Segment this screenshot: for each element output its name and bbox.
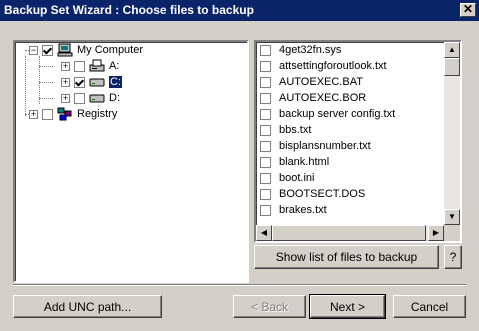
add-unc-path-button[interactable]: Add UNC path... bbox=[13, 295, 162, 318]
show-list-button[interactable]: Show list of files to backup bbox=[254, 245, 439, 269]
list-item[interactable]: attsettingforoutlook.txt bbox=[260, 58, 387, 74]
list-item[interactable]: brakes.txt bbox=[260, 202, 327, 218]
file-checkbox[interactable] bbox=[260, 172, 271, 184]
arrow-up-icon: ▲ bbox=[448, 45, 456, 54]
file-name: AUTOEXEC.BOR bbox=[279, 92, 367, 104]
file-checkbox[interactable] bbox=[260, 124, 271, 136]
hard-drive-icon bbox=[89, 75, 105, 89]
file-list[interactable]: 4get32fn.sys attsettingforoutlook.txt AU… bbox=[254, 40, 462, 243]
file-checkbox[interactable] bbox=[260, 140, 271, 152]
file-checkbox[interactable] bbox=[260, 188, 271, 200]
file-name: boot.ini bbox=[279, 172, 315, 184]
list-item[interactable]: boot.ini bbox=[260, 170, 314, 186]
tree-checkbox[interactable] bbox=[42, 44, 53, 56]
floppy-drive-icon bbox=[89, 59, 105, 73]
button-label: Show list of files to backup bbox=[275, 250, 418, 264]
button-label: < Back bbox=[250, 299, 289, 314]
horizontal-scrollbar[interactable]: ◀ ▶ bbox=[256, 225, 444, 241]
arrow-down-icon: ▼ bbox=[448, 212, 456, 221]
expand-icon[interactable]: + bbox=[29, 109, 38, 119]
arrow-right-icon: ▶ bbox=[432, 228, 440, 237]
file-checkbox[interactable] bbox=[260, 60, 271, 72]
file-name: blank.html bbox=[279, 156, 330, 168]
scroll-thumb[interactable] bbox=[272, 225, 426, 241]
file-name: bisplansnumber.txt bbox=[279, 140, 371, 152]
arrow-left-icon: ◀ bbox=[260, 228, 268, 237]
list-item[interactable]: AUTOEXEC.BAT bbox=[260, 74, 363, 90]
registry-icon bbox=[57, 107, 73, 121]
help-icon: ? bbox=[449, 250, 457, 264]
tree-item-label: My Computer bbox=[77, 44, 144, 56]
file-checkbox[interactable] bbox=[260, 156, 271, 168]
tree-item-a-drive[interactable]: + A: bbox=[61, 58, 119, 74]
scroll-thumb[interactable] bbox=[444, 58, 460, 76]
file-name: AUTOEXEC.BAT bbox=[279, 76, 363, 88]
file-name: backup server config.txt bbox=[279, 108, 396, 120]
tree-checkbox[interactable] bbox=[74, 92, 85, 104]
file-checkbox[interactable] bbox=[260, 76, 271, 88]
tree-checkbox[interactable] bbox=[74, 60, 85, 72]
vertical-scrollbar[interactable]: ▲ ▼ bbox=[444, 42, 460, 225]
list-item[interactable]: backup server config.txt bbox=[260, 106, 395, 122]
file-checkbox[interactable] bbox=[260, 92, 271, 104]
folder-tree[interactable]: − My Computer + A: + C: + D: + Registry bbox=[13, 40, 249, 283]
scroll-up-button[interactable]: ▲ bbox=[444, 42, 460, 58]
expand-icon[interactable]: + bbox=[61, 77, 70, 87]
scroll-left-button[interactable]: ◀ bbox=[256, 225, 272, 241]
list-item[interactable]: BOOTSECT.DOS bbox=[260, 186, 365, 202]
file-name: bbs.txt bbox=[279, 124, 312, 136]
next-button[interactable]: Next > bbox=[309, 294, 386, 319]
tree-item-label: A: bbox=[109, 60, 120, 72]
window-title: Backup Set Wizard : Choose files to back… bbox=[4, 3, 254, 17]
tree-item-label: C: bbox=[108, 75, 123, 89]
computer-icon bbox=[57, 43, 73, 57]
title-bar: Backup Set Wizard : Choose files to back… bbox=[0, 0, 479, 21]
separator bbox=[13, 284, 466, 286]
file-checkbox[interactable] bbox=[260, 108, 271, 120]
back-button[interactable]: < Back bbox=[233, 295, 306, 318]
file-checkbox[interactable] bbox=[260, 204, 271, 216]
list-item[interactable]: bbs.txt bbox=[260, 122, 311, 138]
tree-checkbox[interactable] bbox=[74, 76, 85, 88]
list-item[interactable]: bisplansnumber.txt bbox=[260, 138, 371, 154]
scroll-corner bbox=[444, 225, 460, 241]
button-label: Add UNC path... bbox=[43, 299, 132, 314]
list-item[interactable]: AUTOEXEC.BOR bbox=[260, 90, 366, 106]
file-name: BOOTSECT.DOS bbox=[279, 188, 366, 200]
tree-item-c-drive[interactable]: + C: bbox=[61, 74, 123, 90]
scroll-right-button[interactable]: ▶ bbox=[428, 225, 444, 241]
file-name: attsettingforoutlook.txt bbox=[279, 60, 387, 72]
file-name: brakes.txt bbox=[279, 204, 327, 216]
close-button[interactable]: ✕ bbox=[460, 3, 476, 17]
tree-item-d-drive[interactable]: + D: bbox=[61, 90, 120, 106]
button-label: Cancel bbox=[410, 299, 449, 314]
cancel-button[interactable]: Cancel bbox=[393, 295, 466, 318]
collapse-icon[interactable]: − bbox=[29, 45, 38, 55]
tree-checkbox[interactable] bbox=[42, 108, 53, 120]
close-icon: ✕ bbox=[462, 2, 474, 16]
tree-item-label: Registry bbox=[77, 108, 118, 120]
tree-item-label: D: bbox=[109, 92, 120, 104]
tree-item-my-computer[interactable]: − My Computer bbox=[29, 42, 143, 58]
button-label: Next > bbox=[329, 299, 365, 314]
scroll-down-button[interactable]: ▼ bbox=[444, 209, 460, 225]
tree-item-registry[interactable]: + Registry bbox=[29, 106, 117, 122]
file-name: 4get32fn.sys bbox=[279, 44, 342, 56]
hard-drive-icon bbox=[89, 91, 105, 105]
list-item[interactable]: blank.html bbox=[260, 154, 329, 170]
expand-icon[interactable]: + bbox=[61, 61, 70, 71]
help-button[interactable]: ? bbox=[444, 245, 462, 269]
list-item[interactable]: 4get32fn.sys bbox=[260, 42, 341, 58]
expand-icon[interactable]: + bbox=[61, 93, 70, 103]
file-checkbox[interactable] bbox=[260, 44, 271, 56]
